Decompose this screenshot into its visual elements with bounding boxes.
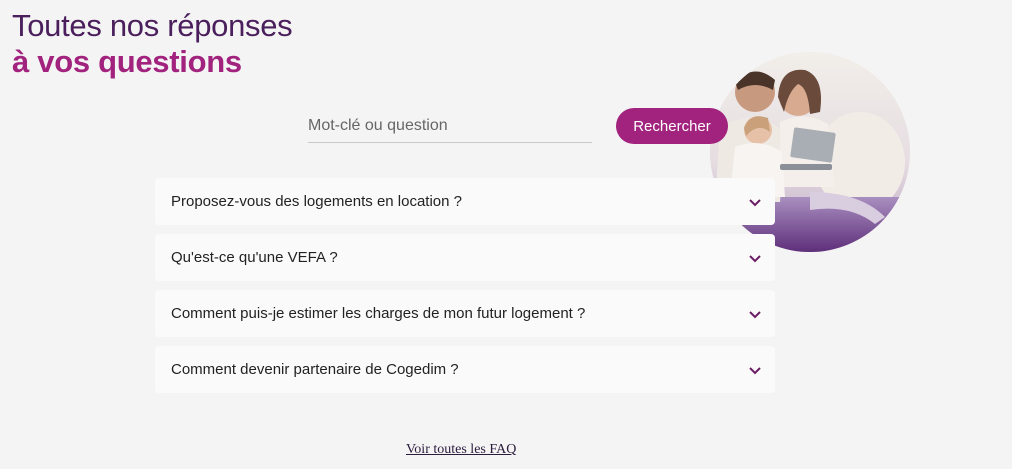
faq-item[interactable]: Qu'est-ce qu'une VEFA ?: [155, 234, 775, 281]
faq-question: Proposez-vous des logements en location …: [171, 193, 463, 210]
faq-item[interactable]: Comment puis-je estimer les charges de m…: [155, 290, 775, 337]
faq-item[interactable]: Comment devenir partenaire de Cogedim ?: [155, 346, 775, 393]
faq-question: Comment puis-je estimer les charges de m…: [171, 305, 586, 322]
chevron-down-icon: [749, 255, 761, 263]
chevron-down-icon: [749, 367, 761, 375]
chevron-down-icon: [749, 311, 761, 319]
faq-question: Comment devenir partenaire de Cogedim ?: [171, 361, 459, 378]
view-all-faq-link[interactable]: Voir toutes les FAQ: [406, 442, 516, 458]
faq-item[interactable]: Proposez-vous des logements en location …: [155, 178, 775, 225]
faq-question: Qu'est-ce qu'une VEFA ?: [171, 249, 338, 266]
search-input[interactable]: [308, 110, 592, 142]
chevron-down-icon: [749, 199, 761, 207]
page-title-line2: à vos questions: [12, 44, 242, 79]
search-field-wrapper: [308, 110, 592, 143]
search-button[interactable]: Rechercher: [616, 108, 728, 144]
page-title-line1: Toutes nos réponses: [12, 8, 293, 43]
